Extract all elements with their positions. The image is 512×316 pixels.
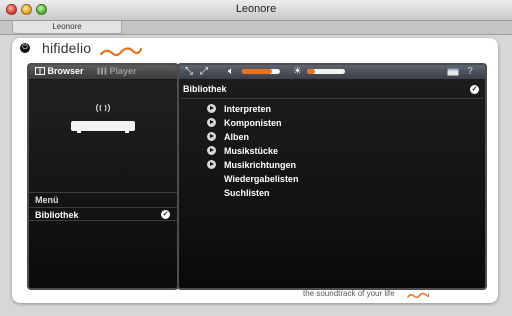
brightness-slider[interactable] bbox=[307, 69, 345, 74]
library-item[interactable]: Wiedergabelisten bbox=[207, 172, 298, 186]
browser-tab[interactable]: Browser bbox=[35, 66, 84, 76]
menu-header: Menü bbox=[29, 192, 177, 206]
tab-bar: Leonore bbox=[0, 21, 512, 35]
disclosure-arrow-icon bbox=[207, 104, 216, 113]
player-tab[interactable]: Player bbox=[97, 66, 137, 76]
checkmark-icon: ✓ bbox=[470, 85, 479, 94]
library-item-label: Wiedergabelisten bbox=[224, 174, 299, 184]
browser-panel: Browser Player Menü Bibliothek ✓ bbox=[27, 63, 179, 290]
library-item[interactable]: Suchlisten bbox=[207, 186, 298, 200]
library-item[interactable]: Interpreten bbox=[207, 102, 298, 116]
help-button[interactable]: ? bbox=[467, 66, 473, 78]
divider bbox=[181, 98, 483, 99]
library-panel: ⤡ ⤢ 🔈︎ ☀ ? Bibliothek ✓ Interpreten Kompo… bbox=[177, 63, 487, 290]
brightness-icon: ☀ bbox=[293, 66, 302, 77]
player-tab-label: Player bbox=[109, 66, 137, 76]
device-icon bbox=[71, 103, 135, 133]
app-logo: hifidelio bbox=[42, 40, 92, 56]
library-item[interactable]: Musikrichtungen bbox=[207, 158, 298, 172]
library-item-label: Musikstücke bbox=[224, 146, 279, 156]
library-item-label: Musikrichtungen bbox=[224, 160, 297, 170]
disclosure-arrow-icon bbox=[207, 132, 216, 141]
library-item-label: Suchlisten bbox=[224, 188, 270, 198]
checkmark-icon: ✓ bbox=[161, 210, 170, 219]
disclosure-arrow-icon bbox=[207, 146, 216, 155]
library-item-label: Komponisten bbox=[224, 118, 282, 128]
tagline-wave-icon bbox=[407, 292, 429, 299]
power-icon[interactable]: ⏻ bbox=[20, 43, 30, 53]
library-item[interactable]: Musikstücke bbox=[207, 144, 298, 158]
sidebar-item-label: Bibliothek bbox=[35, 210, 79, 220]
window-icon[interactable] bbox=[447, 68, 459, 80]
volume-fill bbox=[242, 69, 272, 74]
window-title: Leonore bbox=[235, 3, 277, 15]
library-list: Interpreten Komponisten Alben Musikstücke Mu… bbox=[207, 102, 298, 200]
browser-tab-label: Browser bbox=[47, 66, 84, 76]
library-item[interactable]: Alben bbox=[207, 130, 298, 144]
toolbar: ⤡ ⤢ 🔈︎ ☀ ? bbox=[179, 65, 485, 80]
app-card: ⏻ hifidelio Browser Player Menü Biblioth… bbox=[12, 38, 498, 303]
player-icon bbox=[97, 67, 107, 75]
view-switcher: Browser Player bbox=[29, 65, 177, 80]
disclosure-arrow-icon bbox=[207, 160, 216, 169]
browser-icon bbox=[35, 67, 45, 75]
library-item[interactable]: Komponisten bbox=[207, 116, 298, 130]
tagline: the soundtrack of your life bbox=[303, 289, 395, 298]
breadcrumb: Bibliothek bbox=[183, 84, 227, 94]
sidebar-item-bibliothek[interactable]: Bibliothek ✓ bbox=[29, 207, 177, 221]
library-item-label: Interpreten bbox=[224, 104, 272, 114]
volume-icon: 🔈︎ bbox=[228, 66, 234, 77]
shrink-icon[interactable]: ⤡ bbox=[185, 66, 193, 78]
brightness-fill bbox=[307, 69, 316, 74]
logo-wave-icon bbox=[100, 47, 142, 57]
library-item-label: Alben bbox=[224, 132, 250, 142]
expand-icon[interactable]: ⤢ bbox=[200, 66, 208, 78]
tab-leonore[interactable]: Leonore bbox=[12, 21, 122, 34]
volume-slider[interactable] bbox=[242, 69, 280, 74]
disclosure-arrow-icon bbox=[207, 118, 216, 127]
title-bar: Leonore bbox=[0, 0, 512, 21]
